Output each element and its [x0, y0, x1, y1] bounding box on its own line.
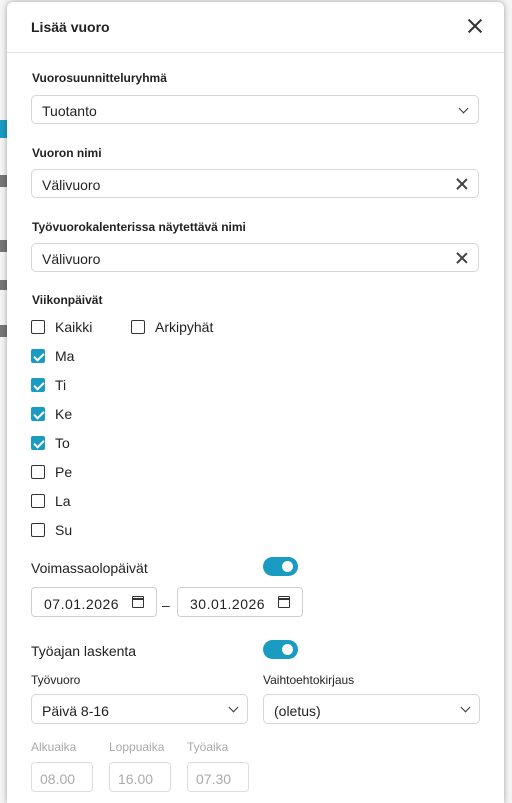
clear-icon[interactable] — [456, 252, 468, 264]
shift-type-value: Päivä 8-16 — [42, 703, 109, 719]
checkbox-all-label: Kaikki — [55, 319, 93, 335]
start-time-label: Alkuaika — [31, 740, 77, 754]
group-select[interactable]: Tuotanto — [31, 95, 479, 124]
duration-value: 07.30 — [196, 771, 232, 787]
chevron-down-icon — [228, 702, 239, 713]
calendar-name-input[interactable]: Välivuoro — [31, 243, 479, 272]
checkbox-thu-label: To — [55, 435, 70, 451]
calendar-icon[interactable] — [132, 596, 144, 608]
checkbox-sat[interactable] — [31, 494, 45, 508]
weekdays-label: Viikonpäivät — [32, 293, 103, 307]
start-time-input[interactable]: 08.00 — [31, 762, 93, 792]
background-text-mark — [0, 175, 7, 187]
group-select-value: Tuotanto — [42, 103, 97, 119]
checkbox-tue[interactable] — [31, 378, 45, 392]
checkbox-all[interactable] — [31, 320, 45, 334]
dialog-header: Lisää vuoro — [7, 2, 504, 53]
chevron-down-icon — [460, 702, 471, 713]
shift-type-select[interactable]: Päivä 8-16 — [31, 694, 248, 724]
validity-toggle[interactable] — [263, 557, 298, 576]
validity-label: Voimassaolopäivät — [31, 560, 148, 576]
end-time-label: Loppuaika — [109, 740, 165, 754]
background-text-mark — [0, 325, 7, 337]
start-date-value: 07.01.2026 — [44, 596, 120, 612]
worktime-toggle[interactable] — [263, 640, 298, 659]
close-icon[interactable] — [465, 16, 485, 36]
dialog-title: Lisää vuoro — [31, 19, 110, 35]
checkbox-holidays-label: Arkipyhät — [155, 319, 214, 335]
clear-icon[interactable] — [456, 178, 468, 190]
checkbox-wed[interactable] — [31, 407, 45, 421]
checkbox-sun[interactable] — [31, 523, 45, 537]
alternative-entry-select[interactable]: (oletus) — [263, 694, 480, 724]
date-range-separator: – — [162, 597, 170, 613]
background-text-mark — [0, 240, 7, 252]
end-date-value: 30.01.2026 — [190, 596, 266, 612]
start-date-input[interactable]: 07.01.2026 — [31, 587, 157, 617]
checkbox-mon-label: Ma — [55, 348, 75, 364]
chevron-down-icon — [458, 103, 469, 114]
calendar-name-value: Välivuoro — [42, 251, 101, 267]
duration-label: Työaika — [187, 740, 229, 754]
start-time-value: 08.00 — [40, 771, 76, 787]
worktime-label: Työajan laskenta — [31, 643, 137, 659]
shift-name-label: Vuoron nimi — [32, 146, 102, 160]
checkbox-wed-label: Ke — [55, 406, 73, 422]
background-accent-mark — [0, 120, 7, 138]
alternative-entry-value: (oletus) — [274, 703, 321, 719]
add-shift-dialog: Lisää vuoro Vuorosuunnitteluryhmä Tuotan… — [7, 2, 504, 803]
shift-name-value: Välivuoro — [42, 177, 101, 193]
shift-type-label: Työvuoro — [31, 673, 81, 687]
end-date-input[interactable]: 30.01.2026 — [177, 587, 303, 617]
duration-input[interactable]: 07.30 — [187, 762, 249, 792]
calendar-icon[interactable] — [278, 596, 290, 608]
checkbox-thu[interactable] — [31, 436, 45, 450]
end-time-input[interactable]: 16.00 — [109, 762, 171, 792]
background-text-mark — [0, 280, 7, 290]
alternative-entry-label: Vaihtoehtokirjaus — [263, 673, 355, 687]
checkbox-holidays[interactable] — [131, 320, 145, 334]
group-label: Vuorosuunnitteluryhmä — [32, 71, 167, 85]
checkbox-sat-label: La — [55, 493, 71, 509]
end-time-value: 16.00 — [118, 771, 154, 787]
checkbox-mon[interactable] — [31, 349, 45, 363]
checkbox-fri[interactable] — [31, 465, 45, 479]
checkbox-fri-label: Pe — [55, 464, 73, 480]
checkbox-sun-label: Su — [55, 522, 73, 538]
shift-name-input[interactable]: Välivuoro — [31, 169, 479, 198]
checkbox-tue-label: Ti — [55, 377, 67, 393]
calendar-name-label: Työvuorokalenterissa näytettävä nimi — [32, 220, 246, 234]
